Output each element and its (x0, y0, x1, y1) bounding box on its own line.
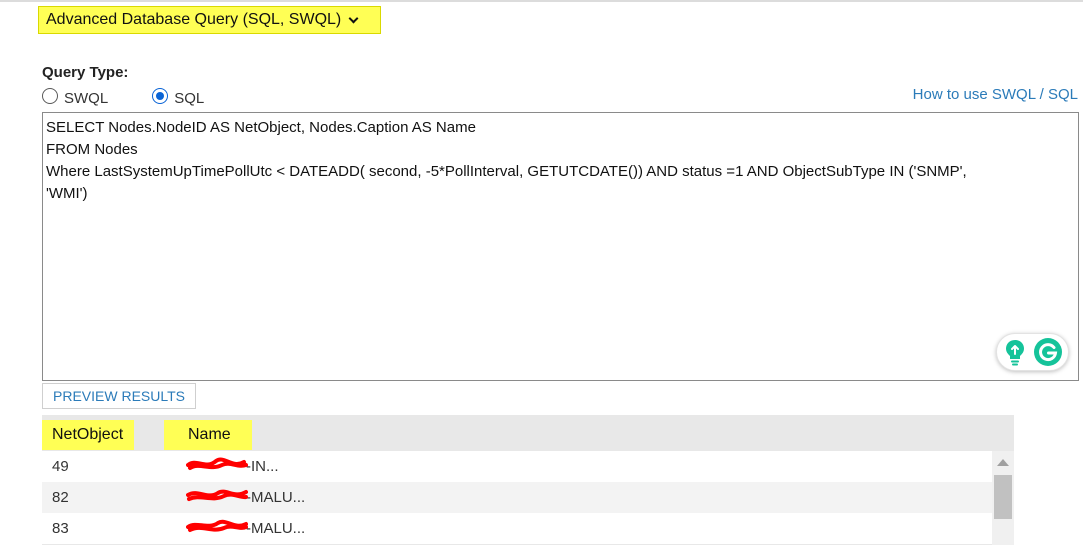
query-editor[interactable]: SELECT Nodes.NodeID AS NetObject, Nodes.… (42, 112, 1079, 381)
sql-radio-label: SQL (174, 89, 205, 107)
query-type-label: Query Type: (42, 64, 129, 81)
column-header-netobject[interactable]: NetObject (42, 420, 134, 450)
redaction-scribble (186, 457, 248, 470)
query-line: SELECT Nodes.NodeID AS NetObject, Nodes.… (46, 119, 476, 136)
query-line: FROM Nodes (46, 141, 138, 158)
query-source-label: Advanced Database Query (SQL, SWQL) (46, 11, 342, 28)
netobject-cell: 49 (52, 458, 69, 475)
query-source-dropdown[interactable]: Advanced Database Query (SQL, SWQL) (38, 6, 381, 34)
name-cell-wrapper: -MALU... (186, 519, 305, 537)
netobject-cell: 82 (52, 489, 69, 506)
redaction-scribble (186, 519, 248, 532)
swql-radio[interactable] (42, 88, 58, 104)
writing-assistant-widget[interactable] (996, 333, 1069, 371)
sql-radio[interactable] (152, 88, 169, 104)
results-table: NetObject Name 49 -IN... 82 -MALU... 83 (42, 415, 1014, 545)
netobject-cell: 83 (52, 520, 69, 537)
lightbulb-icon[interactable] (1002, 337, 1028, 367)
radio-option-swql[interactable]: SWQL (42, 86, 108, 107)
name-cell-wrapper: -IN... (186, 457, 279, 475)
redaction-scribble (186, 489, 248, 501)
column-header-name[interactable]: Name (164, 420, 252, 450)
name-cell-wrapper: -MALU... (186, 489, 305, 506)
grammarly-g-icon[interactable] (1033, 337, 1063, 367)
table-row[interactable]: 82 -MALU... (42, 482, 992, 513)
scroll-thumb[interactable] (994, 475, 1012, 519)
query-line: 'WMI') (46, 185, 88, 202)
how-to-use-link[interactable]: How to use SWQL / SQL (913, 86, 1078, 103)
scroll-up-arrow-icon[interactable] (997, 459, 1009, 466)
query-type-radio-group: SWQL SQL (42, 85, 248, 107)
top-divider (0, 0, 1083, 2)
radio-option-sql[interactable]: SQL (152, 86, 204, 107)
preview-results-button[interactable]: PREVIEW RESULTS (42, 383, 196, 409)
results-rows: 49 -IN... 82 -MALU... 83 -MALU... (42, 451, 992, 544)
query-line: Where LastSystemUpTimePollUtc < DATEADD(… (46, 163, 967, 180)
table-row[interactable]: 83 -MALU... (42, 513, 992, 544)
table-row[interactable]: 49 -IN... (42, 451, 992, 482)
chevron-down-icon[interactable] (348, 13, 359, 23)
swql-radio-label: SWQL (64, 89, 109, 107)
results-scrollbar[interactable] (992, 451, 1014, 545)
results-header: NetObject Name (42, 415, 1014, 451)
